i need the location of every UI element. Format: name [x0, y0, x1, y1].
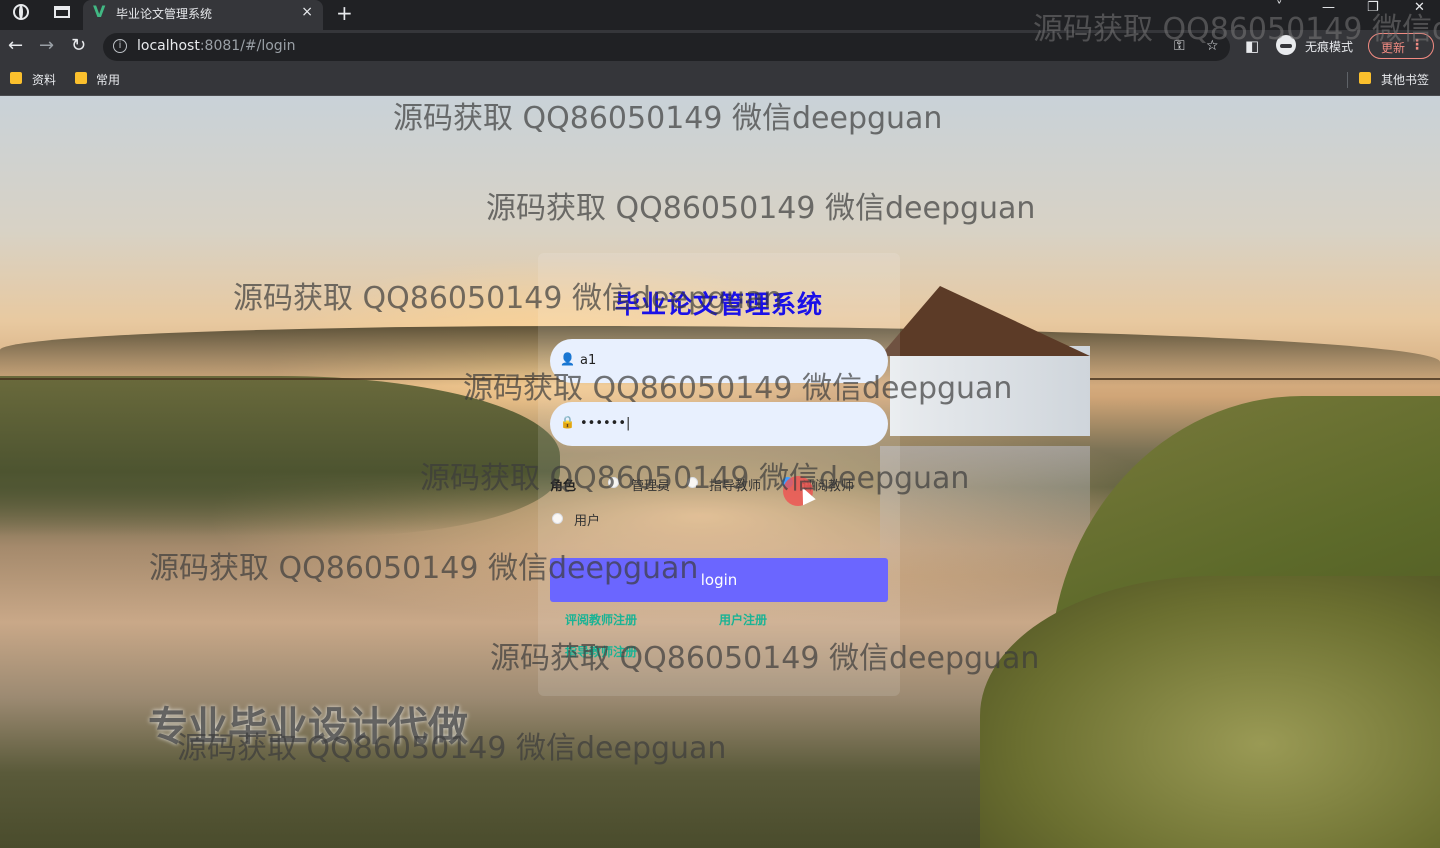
watermark: 源码获取 QQ86050149 微信deepguan: [177, 731, 727, 766]
bookmark-changyong[interactable]: 常用: [96, 71, 120, 88]
window-tab-icon[interactable]: [54, 6, 70, 18]
watermark: 源码获取 QQ86050149 微信deepguan: [393, 101, 943, 136]
vue-logo-icon: V: [93, 2, 106, 21]
new-tab-button[interactable]: +: [336, 1, 353, 25]
tab-close-icon[interactable]: ×: [301, 4, 313, 20]
register-user-link[interactable]: 用户注册: [719, 611, 767, 628]
folder-icon: [10, 72, 22, 84]
password-field[interactable]: 🔒 ••••••|: [550, 402, 888, 446]
active-tab[interactable]: V 毕业论文管理系统 ×: [83, 0, 323, 30]
url-text: localhost:8081/#/login: [137, 38, 296, 54]
background-fence-right: [1090, 378, 1440, 380]
watermark: 源码获取 QQ86050149 微信deepguan: [233, 281, 783, 316]
forward-icon[interactable]: →: [39, 35, 54, 56]
folder-icon: [75, 72, 87, 84]
role-user-label[interactable]: 用户: [574, 510, 600, 529]
other-bookmarks[interactable]: 其他书签: [1381, 71, 1429, 88]
reload-icon[interactable]: ↻: [71, 35, 86, 56]
login-page: 毕业论文管理系统 👤 a1 🔒 ••••••| 角色 管理员 指导教师 评阅教师…: [0, 96, 1440, 848]
watermark: 源码获取 QQ86050149 微信deepguan: [420, 461, 970, 496]
password-value: ••••••|: [580, 416, 631, 431]
watermark: 源码获取 QQ86050149 微信deepguan: [149, 551, 699, 586]
background-house: [880, 286, 1090, 436]
back-icon[interactable]: ←: [8, 35, 23, 56]
watermark: 源码获取 QQ86050149 微信deepguan: [1033, 12, 1440, 47]
lock-icon: 🔒: [560, 415, 575, 429]
bookmark-ziliao[interactable]: 资料: [32, 71, 56, 88]
globe-icon[interactable]: [13, 4, 29, 20]
watermark: 源码获取 QQ86050149 微信deepguan: [486, 191, 1036, 226]
bookmarks-bar: 资料 常用 其他书签: [0, 64, 1440, 96]
radio-user[interactable]: [552, 513, 563, 524]
bookmark-separator: [1347, 72, 1348, 88]
folder-icon: [1359, 72, 1371, 84]
watermark: 源码获取 QQ86050149 微信deepguan: [490, 641, 1040, 676]
register-reviewer-link[interactable]: 评阅教师注册: [565, 611, 637, 628]
tab-title: 毕业论文管理系统: [116, 7, 213, 21]
watermark: 源码获取 QQ86050149 微信deepguan: [463, 371, 1013, 406]
site-info-icon[interactable]: i: [113, 39, 127, 53]
background-grass: [980, 576, 1440, 848]
